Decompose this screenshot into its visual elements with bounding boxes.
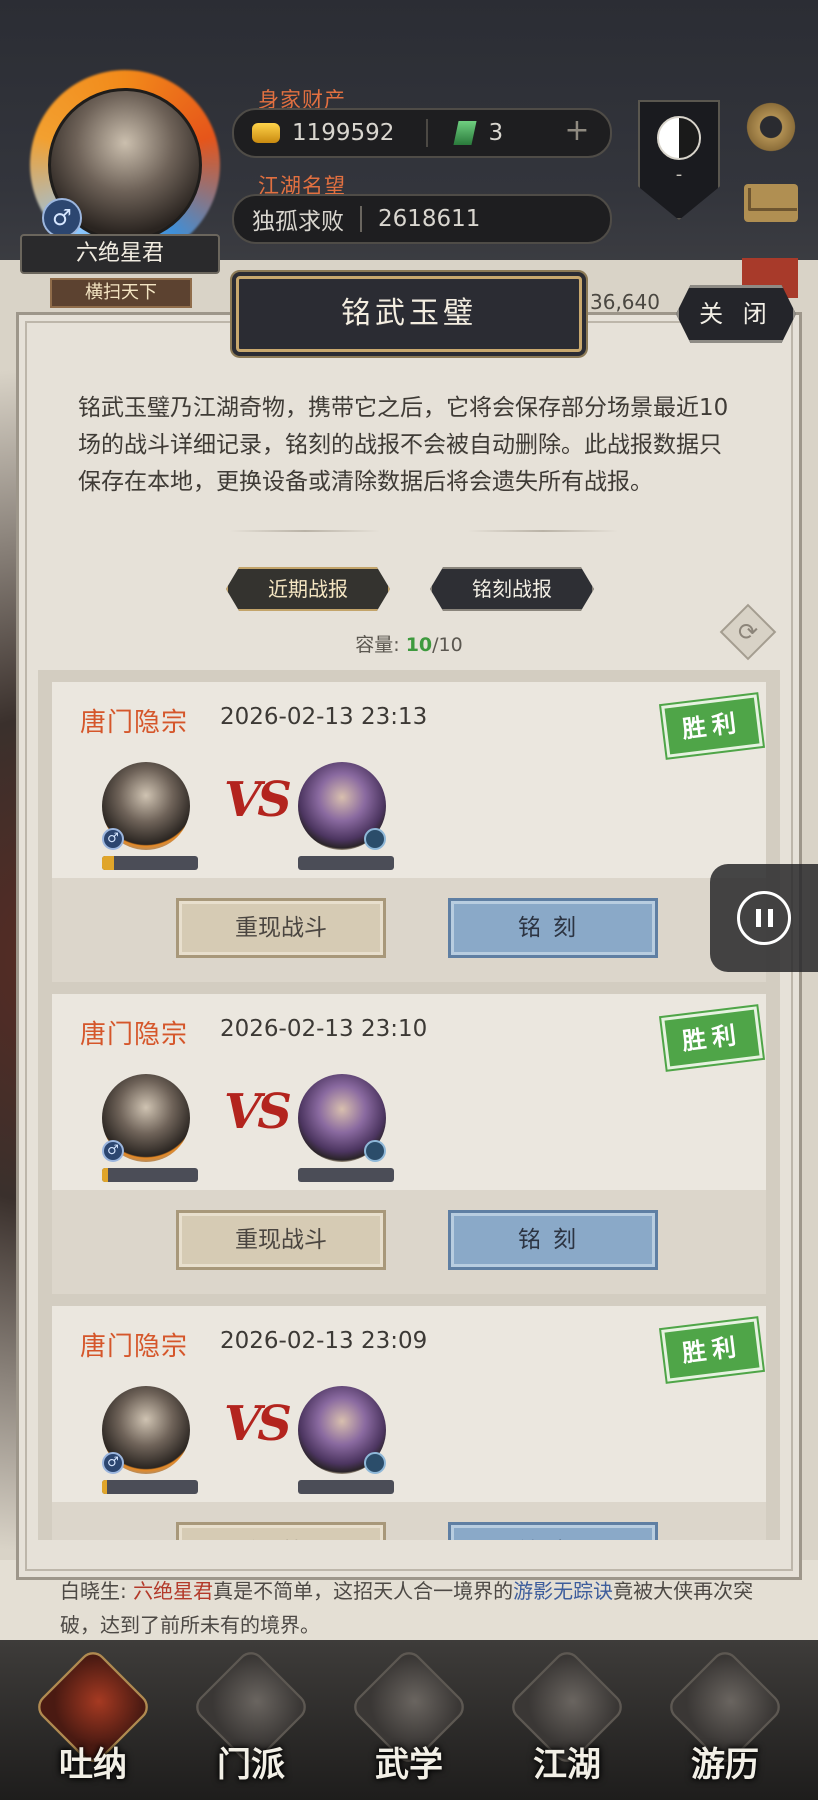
nav-sect[interactable]: 门派 <box>186 1646 316 1786</box>
gold-value: 1199592 <box>292 120 395 146</box>
opponent-health-bar <box>298 856 394 870</box>
fame-value: 2618611 <box>378 206 481 232</box>
player-health-fill <box>102 856 114 870</box>
opponent-portrait <box>298 1074 386 1162</box>
replay-battle-button[interactable]: 重现战斗 <box>176 898 386 958</box>
chat-text-1: 真是不简单，这招天人合一境界的 <box>213 1579 514 1603</box>
engrave-button[interactable]: 铭刻 <box>448 1210 658 1270</box>
versus-label: VS <box>224 1396 292 1452</box>
ornament-divider-right <box>468 530 618 532</box>
ornament-divider-left <box>230 530 380 532</box>
taiji-banner-text: - <box>675 164 683 185</box>
report-actions: 重现战斗 铭刻 <box>52 878 766 982</box>
nav-label: 吐纳 <box>59 1745 127 1785</box>
report-summary: 唐门隐宗 2026-02-13 23:09 胜利 ♂ VS <box>52 1306 766 1502</box>
player-portrait: ♂ <box>102 762 190 850</box>
player-portrait: ♂ <box>102 1074 190 1162</box>
pause-icon <box>737 891 791 945</box>
player-health-bar <box>102 1168 198 1182</box>
capacity-label: 容量: <box>355 634 406 656</box>
opponent-health-bar <box>298 1480 394 1494</box>
player-title: 横扫天下 <box>50 278 192 308</box>
engrave-button[interactable]: 铭刻 <box>448 898 658 958</box>
pause-button[interactable] <box>710 864 818 972</box>
fame-divider <box>360 206 362 232</box>
player-portrait: ♂ <box>102 1386 190 1474</box>
nav-jianghu[interactable]: 江湖 <box>502 1646 632 1786</box>
versus-label: VS <box>224 772 292 828</box>
player-avatar[interactable]: ♂ <box>30 70 220 260</box>
report-item: 唐门隐宗 2026-02-13 23:10 胜利 ♂ VS 重现战斗 铭刻 <box>52 994 766 1294</box>
replay-battle-button[interactable]: 重现战斗 <box>176 1522 386 1540</box>
nav-label: 江湖 <box>533 1745 601 1785</box>
player-health-bar <box>102 1480 198 1494</box>
male-icon: ♂ <box>102 828 124 850</box>
tab-recent-reports[interactable]: 近期战报 <box>226 567 390 611</box>
nav-label: 武学 <box>375 1745 443 1785</box>
report-time: 2026-02-13 23:10 <box>220 1016 428 1042</box>
close-button[interactable]: 关 闭 <box>676 285 796 343</box>
report-summary: 唐门隐宗 2026-02-13 23:13 胜利 ♂ VS <box>52 682 766 878</box>
bottom-nav: 吐纳 门派 武学 江湖 游历 <box>0 1640 818 1800</box>
report-summary: 唐门隐宗 2026-02-13 23:10 胜利 ♂ VS <box>52 994 766 1190</box>
male-icon: ♂ <box>102 1452 124 1474</box>
tab-engraved-reports[interactable]: 铭刻战报 <box>430 567 594 611</box>
wealth-divider <box>426 119 429 147</box>
sect-badge-icon <box>364 828 386 850</box>
report-actions: 重现战斗 铭刻 <box>52 1190 766 1294</box>
fame-rank: 独孤求败 <box>252 209 344 235</box>
report-sect: 唐门隐宗 <box>80 708 189 738</box>
player-health-fill <box>102 1168 108 1182</box>
capacity-total: /10 <box>432 634 463 656</box>
report-actions: 重现战斗 铭刻 <box>52 1502 766 1540</box>
report-time: 2026-02-13 23:13 <box>220 704 428 730</box>
chat-speaker: 白晓生: <box>60 1579 127 1603</box>
sect-badge-icon <box>364 1452 386 1474</box>
chat-skill-name: 游影无踪诀 <box>513 1579 614 1603</box>
add-currency-button[interactable]: + <box>562 116 592 148</box>
male-icon: ♂ <box>42 198 82 238</box>
nav-label: 游历 <box>691 1745 759 1785</box>
jade-value: 3 <box>488 120 504 146</box>
nav-label: 门派 <box>217 1745 285 1785</box>
chat-player-name: 六绝星君 <box>133 1579 214 1603</box>
male-icon: ♂ <box>102 1140 124 1162</box>
victory-stamp: 胜利 <box>661 1318 763 1382</box>
replay-battle-button[interactable]: 重现战斗 <box>176 1210 386 1270</box>
player-health-bar <box>102 856 198 870</box>
engrave-button[interactable]: 铭刻 <box>448 1522 658 1540</box>
player-health-fill <box>102 1480 107 1494</box>
nav-tuna[interactable]: 吐纳 <box>28 1646 158 1786</box>
fame-bar: 独孤求败 2618611 <box>232 194 612 244</box>
player-name: 六绝星君 <box>20 234 220 274</box>
modal-description: 铭武玉璧乃江湖奇物，携带它之后，它将会保存部分场景最近10场的战斗详细记录，铭刻… <box>78 395 729 495</box>
opponent-portrait <box>298 762 386 850</box>
report-time: 2026-02-13 23:09 <box>220 1328 428 1354</box>
wealth-bar: 1199592 3 + <box>232 108 612 158</box>
report-sect: 唐门隐宗 <box>80 1020 189 1050</box>
victory-stamp: 胜利 <box>661 694 763 758</box>
taiji-icon <box>657 116 701 160</box>
victory-stamp: 胜利 <box>661 1006 763 1070</box>
nav-travel[interactable]: 游历 <box>660 1646 790 1786</box>
report-item: 唐门隐宗 2026-02-13 23:09 胜利 ♂ VS 重现战斗 铭刻 <box>52 1306 766 1540</box>
nav-martial-arts[interactable]: 武学 <box>344 1646 474 1786</box>
opponent-health-bar <box>298 1168 394 1182</box>
report-list[interactable]: 唐门隐宗 2026-02-13 23:13 胜利 ♂ VS 重现战斗 铭刻 唐门… <box>38 670 780 1540</box>
versus-label: VS <box>224 1084 292 1140</box>
gear-icon[interactable] <box>744 100 798 154</box>
modal-title: 铭武玉璧 <box>236 276 582 352</box>
mail-icon[interactable] <box>744 184 798 222</box>
sect-badge-icon <box>364 1140 386 1162</box>
report-sect: 唐门隐宗 <box>80 1332 189 1362</box>
report-item: 唐门隐宗 2026-02-13 23:13 胜利 ♂ VS 重现战斗 铭刻 <box>52 682 766 982</box>
capacity-used: 10 <box>405 634 433 656</box>
jade-icon <box>453 121 477 145</box>
background-value: 36,640 <box>590 290 660 314</box>
gold-ingot-icon <box>252 123 280 143</box>
capacity-text: 容量: 10/10 <box>0 630 818 657</box>
opponent-portrait <box>298 1386 386 1474</box>
